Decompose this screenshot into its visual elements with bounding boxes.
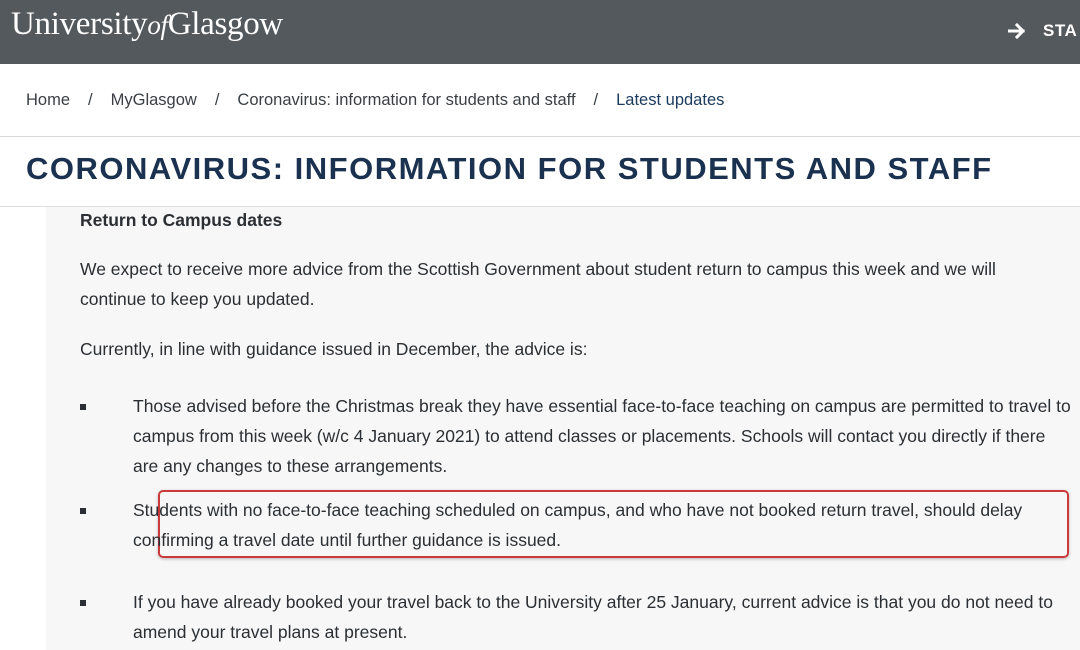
arrow-right-icon <box>1008 23 1026 39</box>
page-title: CORONAVIRUS: INFORMATION FOR STUDENTS AN… <box>26 151 993 186</box>
university-logo[interactable]: UniversityofGlasgow <box>11 6 283 43</box>
section-heading: Return to Campus dates <box>80 210 283 230</box>
breadcrumb: Home / MyGlasgow / Coronavirus: informat… <box>0 64 1080 137</box>
list-item: If you have already booked your travel b… <box>80 587 1073 647</box>
breadcrumb-separator: / <box>593 90 599 109</box>
list-item-text: Those advised before the Christmas break… <box>133 396 1071 476</box>
breadcrumb-separator: / <box>88 90 93 109</box>
breadcrumb-separator: / <box>214 90 220 109</box>
breadcrumb-myglasgow[interactable]: MyGlasgow <box>111 91 197 110</box>
bullet-icon <box>80 600 86 606</box>
title-bar: CORONAVIRUS: INFORMATION FOR STUDENTS AN… <box>0 137 1080 207</box>
list-item: Those advised before the Christmas break… <box>80 391 1073 481</box>
list-item-text: Students with no face-to-face teaching s… <box>133 500 1023 550</box>
content-panel: Return to Campus dates We expect to rece… <box>46 207 1080 650</box>
logo-text-university: University <box>11 6 148 42</box>
paragraph-current-advice: Currently, in line with guidance issued … <box>80 339 588 359</box>
breadcrumb-coronavirus[interactable]: Coronavirus: information for students an… <box>237 91 575 110</box>
paragraph-advice-expected: We expect to receive more advice from th… <box>80 259 996 309</box>
start-link[interactable]: STA <box>1008 18 1077 44</box>
list-item-highlighted: Students with no face-to-face teaching s… <box>80 495 1073 555</box>
start-link-label: STA <box>1043 21 1078 40</box>
bullet-icon <box>80 508 86 514</box>
breadcrumb-current[interactable]: Latest updates <box>616 91 724 110</box>
bullet-icon <box>80 404 86 410</box>
top-header-bar: UniversityofGlasgow STA <box>0 0 1080 64</box>
list-item-text: If you have already booked your travel b… <box>133 592 1053 642</box>
breadcrumb-home[interactable]: Home <box>26 91 70 110</box>
logo-text-glasgow: Glasgow <box>167 6 284 42</box>
logo-text-of: of <box>147 10 168 40</box>
